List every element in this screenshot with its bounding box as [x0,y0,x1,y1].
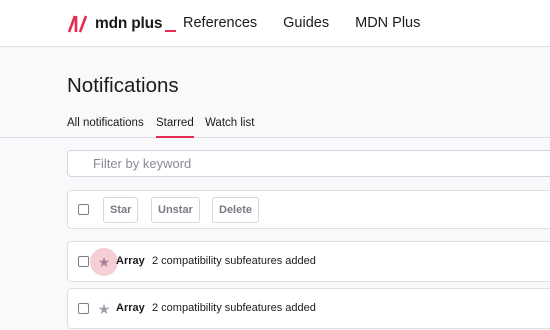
site-header: mdn plus References Guides MDN Plus [0,0,550,47]
bulk-actions-toolbar: Star Unstar Delete [67,190,550,229]
top-navigation: References Guides MDN Plus [183,14,446,32]
nav-mdn-plus[interactable]: MDN Plus [355,14,420,32]
filter-keyword-input[interactable] [67,150,550,177]
tab-all-notifications[interactable]: All notifications [67,117,144,138]
logo-cursor [165,29,177,32]
star-toggle[interactable]: ★ [90,295,118,323]
notification-row[interactable]: ★ Array 2 compatibility subfeatures adde… [67,241,550,282]
tab-starred[interactable]: Starred [156,117,194,138]
logo-text: mdn plus [95,15,163,32]
star-button[interactable]: Star [103,197,139,223]
notification-text: 2 compatibility subfeatures added [152,255,316,267]
notification-title[interactable]: Array [116,255,145,267]
star-toggle[interactable]: ★ [90,248,118,276]
notification-text: 2 compatibility subfeatures added [152,302,316,314]
unstar-button[interactable]: Unstar [151,197,200,223]
star-icon: ★ [97,301,111,317]
mdn-plus-logo[interactable]: mdn plus [67,13,177,35]
notification-tabs: All notifications Starred Watch list [0,112,550,138]
nav-references[interactable]: References [183,14,257,32]
row-checkbox[interactable] [78,256,89,267]
row-checkbox[interactable] [78,303,89,314]
page-title: Notifications [67,74,179,97]
notification-row[interactable]: ★ Array 2 compatibility subfeatures adde… [67,288,550,329]
mdn-logo-icon [67,15,88,33]
select-all-checkbox[interactable] [78,204,89,215]
delete-button[interactable]: Delete [212,197,260,223]
nav-guides[interactable]: Guides [283,14,329,32]
tab-watch-list[interactable]: Watch list [205,117,254,138]
notification-title[interactable]: Array [116,302,145,314]
star-icon: ★ [97,254,111,270]
